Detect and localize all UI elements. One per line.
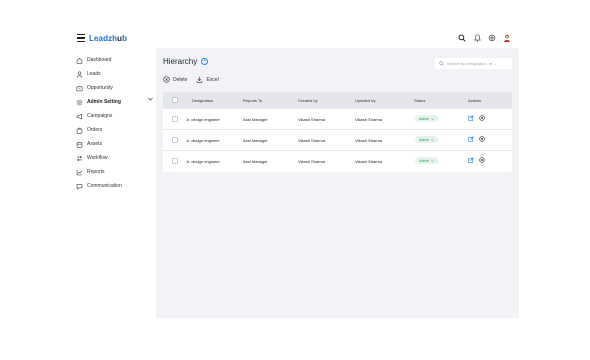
remove-icon[interactable] bbox=[479, 157, 485, 163]
search-icon bbox=[439, 61, 444, 66]
excel-button[interactable]: Excel bbox=[196, 76, 219, 83]
toolbar: Delete Excel bbox=[163, 76, 219, 83]
sidebar-item-label: Opportunity bbox=[87, 85, 113, 91]
column-header: Created by bbox=[298, 98, 318, 103]
cell-reports-to: Asst Manager bbox=[243, 138, 268, 143]
hierarchy-table: Designation Reports To Created by Update… bbox=[163, 92, 512, 172]
cell-created-by: Vikash Sharma bbox=[298, 117, 326, 122]
row-actions bbox=[468, 136, 485, 142]
main-content: Hierarchy + Search by designation, re...… bbox=[156, 48, 519, 318]
delete-button[interactable]: Delete bbox=[163, 76, 187, 83]
sidebar-item-orders[interactable]: Orders bbox=[76, 125, 102, 135]
column-header: Updated by bbox=[355, 98, 376, 103]
sidebar-item-dashboard[interactable]: Dashboard bbox=[76, 55, 111, 65]
row-actions bbox=[468, 157, 485, 163]
remove-icon[interactable] bbox=[479, 115, 485, 121]
status-label: Active bbox=[419, 137, 429, 142]
menu-icon[interactable] bbox=[77, 34, 85, 42]
cell-reports-to: Asst Manager bbox=[243, 117, 268, 122]
delete-icon bbox=[163, 76, 170, 83]
sidebar-item-label: Admin Setting bbox=[87, 99, 121, 105]
home-icon bbox=[76, 57, 83, 64]
select-all-checkbox[interactable] bbox=[172, 97, 178, 103]
add-icon[interactable]: + bbox=[201, 58, 209, 65]
edit-icon[interactable] bbox=[468, 157, 474, 163]
sidebar-item-workflow[interactable]: Workflow bbox=[76, 153, 107, 163]
sidebar-item-label: Dashboard bbox=[87, 57, 112, 63]
cell-reports-to: Asst Manager bbox=[243, 159, 268, 164]
chart-icon bbox=[76, 169, 83, 176]
sidebar-item-label: Reports bbox=[87, 169, 105, 175]
chevron-down-icon bbox=[431, 117, 434, 120]
edit-icon[interactable] bbox=[468, 136, 474, 142]
sidebar-item-label: Leads bbox=[87, 71, 101, 77]
sidebar-item-admin-setting[interactable]: Admin Setting bbox=[76, 97, 156, 107]
logo: Leadzhub bbox=[89, 34, 128, 43]
sidebar: Dashboard Leads Opportunity Admin Settin… bbox=[72, 52, 156, 318]
delete-label: Delete bbox=[173, 76, 188, 83]
sidebar-item-reports[interactable]: Reports bbox=[76, 167, 105, 177]
sidebar-item-communication[interactable]: Communication bbox=[76, 181, 122, 191]
bag-icon bbox=[76, 127, 83, 134]
table-header: Designation Reports To Created by Update… bbox=[163, 92, 512, 109]
row-checkbox[interactable] bbox=[172, 158, 178, 164]
status-badge[interactable]: Active bbox=[415, 115, 438, 122]
avatar[interactable] bbox=[503, 34, 511, 42]
top-header: Leadzhub bbox=[72, 30, 519, 48]
status-badge[interactable]: Active bbox=[415, 136, 438, 143]
status-badge[interactable]: Active bbox=[415, 157, 438, 164]
table-row[interactable]: Jr. design engineer Asst Manager Vikash … bbox=[163, 151, 512, 172]
column-header: Actions bbox=[468, 98, 482, 103]
cell-designation: Jr. design engineer bbox=[186, 117, 220, 122]
sidebar-item-leads[interactable]: Leads bbox=[76, 69, 101, 79]
cell-updated-by: Vikash Sharma bbox=[355, 117, 383, 122]
gear-icon bbox=[76, 99, 83, 106]
chevron-down-icon bbox=[431, 138, 434, 141]
table-row[interactable]: Jr. design engineer Asst Manager Vikash … bbox=[163, 130, 512, 151]
sidebar-item-campaigns[interactable]: Campaigns bbox=[76, 111, 112, 121]
table-row[interactable]: Jr. design engineer Asst Manager Vikash … bbox=[163, 109, 512, 130]
bell-icon[interactable] bbox=[473, 34, 481, 42]
cell-updated-by: Vikash Sharma bbox=[355, 138, 383, 143]
workflow-icon bbox=[76, 155, 83, 162]
column-header: Designation bbox=[192, 98, 214, 103]
megaphone-icon bbox=[76, 113, 83, 120]
cell-designation: Jr. design engineer bbox=[186, 138, 220, 143]
user-icon bbox=[76, 71, 83, 78]
sidebar-item-label: Orders bbox=[87, 127, 103, 133]
cell-created-by: Vikash Sharma bbox=[298, 138, 326, 143]
chevron-down-icon bbox=[431, 159, 434, 162]
page-title-text: Hierarchy bbox=[163, 57, 198, 66]
cell-designation: Jr. design engineer bbox=[186, 159, 220, 164]
column-header: Status bbox=[414, 98, 426, 103]
sidebar-item-label: Assets bbox=[87, 141, 103, 147]
sidebar-item-label: Workflow bbox=[87, 155, 108, 161]
app-window: Leadzhub Dashboard Leads Opportunity Adm… bbox=[72, 30, 519, 318]
box-icon bbox=[76, 141, 83, 148]
search-icon[interactable] bbox=[458, 34, 466, 42]
chat-icon bbox=[76, 183, 83, 190]
sidebar-item-label: Campaigns bbox=[87, 113, 113, 119]
search-input[interactable]: Search by designation, re... bbox=[435, 58, 512, 69]
edit-icon[interactable] bbox=[468, 115, 474, 121]
remove-icon[interactable] bbox=[479, 136, 485, 142]
sidebar-item-opportunity[interactable]: Opportunity bbox=[76, 83, 113, 93]
row-checkbox[interactable] bbox=[172, 137, 178, 143]
status-label: Active bbox=[419, 116, 429, 121]
excel-label: Excel bbox=[206, 76, 219, 83]
briefcase-icon bbox=[76, 85, 83, 92]
chevron-down-icon[interactable] bbox=[148, 97, 153, 103]
status-label: Active bbox=[419, 158, 429, 163]
row-checkbox[interactable] bbox=[172, 116, 178, 122]
settings-icon[interactable] bbox=[488, 34, 496, 42]
sidebar-item-assets[interactable]: Assets bbox=[76, 139, 102, 149]
search-placeholder: Search by designation, re... bbox=[447, 61, 496, 66]
page-title: Hierarchy + bbox=[163, 57, 209, 66]
cell-updated-by: Vikash Sharma bbox=[355, 159, 383, 164]
download-icon bbox=[197, 76, 203, 83]
cell-created-by: Vikash Sharma bbox=[298, 159, 326, 164]
column-header: Reports To bbox=[243, 98, 263, 103]
row-actions bbox=[468, 115, 485, 121]
sidebar-item-label: Communication bbox=[87, 183, 122, 189]
